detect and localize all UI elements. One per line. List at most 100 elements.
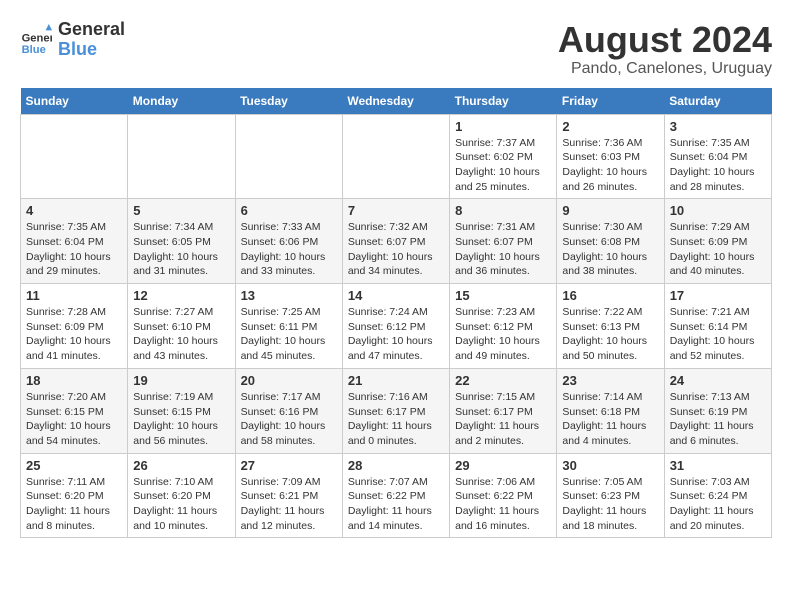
- day-info: Sunrise: 7:03 AM Sunset: 6:24 PM Dayligh…: [670, 475, 766, 534]
- calendar-cell: 10Sunrise: 7:29 AM Sunset: 6:09 PM Dayli…: [664, 199, 771, 284]
- day-info: Sunrise: 7:17 AM Sunset: 6:16 PM Dayligh…: [241, 390, 337, 449]
- calendar-cell: 18 Sunrise: 7:20 AM Sunset: 6:15 PM Dayli…: [21, 368, 128, 453]
- weekday-header-saturday: Saturday: [664, 88, 771, 115]
- calendar-cell: 15 Sunrise: 7:23 AM Sunset: 6:12 PM Dayli…: [450, 284, 557, 369]
- calendar-cell: 27 Sunrise: 7:09 AM Sunset: 6:21 PM Dayli…: [235, 453, 342, 538]
- day-number: 16: [562, 288, 658, 303]
- day-number: 30: [562, 458, 658, 473]
- calendar-cell: 16 Sunrise: 7:22 AM Sunset: 6:13 PM Dayli…: [557, 284, 664, 369]
- calendar-cell: 1Sunrise: 7:37 AM Sunset: 6:02 PM Daylig…: [450, 114, 557, 199]
- weekday-header-row: SundayMondayTuesdayWednesdayThursdayFrid…: [21, 88, 772, 115]
- svg-text:Blue: Blue: [22, 44, 46, 56]
- day-info: Sunrise: 7:16 AM Sunset: 6:17 PM Dayligh…: [348, 390, 444, 449]
- calendar-cell: 14 Sunrise: 7:24 AM Sunset: 6:12 PM Dayli…: [342, 284, 449, 369]
- day-number: 12: [133, 288, 229, 303]
- day-info: Sunrise: 7:09 AM Sunset: 6:21 PM Dayligh…: [241, 475, 337, 534]
- calendar-week-row: 18 Sunrise: 7:20 AM Sunset: 6:15 PM Dayli…: [21, 368, 772, 453]
- calendar-cell: 20 Sunrise: 7:17 AM Sunset: 6:16 PM Dayli…: [235, 368, 342, 453]
- day-number: 5: [133, 203, 229, 218]
- day-number: 6: [241, 203, 337, 218]
- day-number: 24: [670, 373, 766, 388]
- calendar-cell: 24Sunrise: 7:13 AM Sunset: 6:19 PM Dayli…: [664, 368, 771, 453]
- day-info: Sunrise: 7:21 AM Sunset: 6:14 PM Dayligh…: [670, 305, 766, 364]
- day-info: Sunrise: 7:35 AM Sunset: 6:04 PM Dayligh…: [26, 220, 122, 279]
- day-info: Sunrise: 7:07 AM Sunset: 6:22 PM Dayligh…: [348, 475, 444, 534]
- day-info: Sunrise: 7:23 AM Sunset: 6:12 PM Dayligh…: [455, 305, 551, 364]
- calendar-week-row: 4 Sunrise: 7:35 AM Sunset: 6:04 PM Daylig…: [21, 199, 772, 284]
- calendar-header: SundayMondayTuesdayWednesdayThursdayFrid…: [21, 88, 772, 115]
- calendar-cell: [21, 114, 128, 199]
- day-number: 4: [26, 203, 122, 218]
- calendar-cell: 31 Sunrise: 7:03 AM Sunset: 6:24 PM Dayli…: [664, 453, 771, 538]
- calendar-cell: 17Sunrise: 7:21 AM Sunset: 6:14 PM Dayli…: [664, 284, 771, 369]
- day-number: 13: [241, 288, 337, 303]
- day-info: Sunrise: 7:36 AM Sunset: 6:03 PM Dayligh…: [562, 136, 658, 195]
- day-number: 29: [455, 458, 551, 473]
- weekday-header-friday: Friday: [557, 88, 664, 115]
- day-info: Sunrise: 7:14 AM Sunset: 6:18 PM Dayligh…: [562, 390, 658, 449]
- weekday-header-monday: Monday: [128, 88, 235, 115]
- page-header: General Blue General Blue August 2024 Pa…: [20, 20, 772, 78]
- weekday-header-tuesday: Tuesday: [235, 88, 342, 115]
- day-info: Sunrise: 7:30 AM Sunset: 6:08 PM Dayligh…: [562, 220, 658, 279]
- day-number: 25: [26, 458, 122, 473]
- calendar-cell: 28 Sunrise: 7:07 AM Sunset: 6:22 PM Dayli…: [342, 453, 449, 538]
- day-info: Sunrise: 7:24 AM Sunset: 6:12 PM Dayligh…: [348, 305, 444, 364]
- calendar-cell: 30 Sunrise: 7:05 AM Sunset: 6:23 PM Dayli…: [557, 453, 664, 538]
- day-info: Sunrise: 7:33 AM Sunset: 6:06 PM Dayligh…: [241, 220, 337, 279]
- day-info: Sunrise: 7:27 AM Sunset: 6:10 PM Dayligh…: [133, 305, 229, 364]
- logo-icon: General Blue: [20, 24, 52, 56]
- day-number: 21: [348, 373, 444, 388]
- calendar-cell: 4 Sunrise: 7:35 AM Sunset: 6:04 PM Daylig…: [21, 199, 128, 284]
- day-number: 26: [133, 458, 229, 473]
- day-number: 15: [455, 288, 551, 303]
- day-number: 14: [348, 288, 444, 303]
- day-number: 18: [26, 373, 122, 388]
- day-number: 19: [133, 373, 229, 388]
- logo-text: General Blue: [58, 20, 125, 60]
- weekday-header-wednesday: Wednesday: [342, 88, 449, 115]
- calendar-cell: 25Sunrise: 7:11 AM Sunset: 6:20 PM Dayli…: [21, 453, 128, 538]
- day-number: 28: [348, 458, 444, 473]
- calendar-body: 1Sunrise: 7:37 AM Sunset: 6:02 PM Daylig…: [21, 114, 772, 538]
- calendar-cell: 8Sunrise: 7:31 AM Sunset: 6:07 PM Daylig…: [450, 199, 557, 284]
- calendar-week-row: 25Sunrise: 7:11 AM Sunset: 6:20 PM Dayli…: [21, 453, 772, 538]
- calendar-cell: 3Sunrise: 7:35 AM Sunset: 6:04 PM Daylig…: [664, 114, 771, 199]
- day-info: Sunrise: 7:20 AM Sunset: 6:15 PM Dayligh…: [26, 390, 122, 449]
- calendar-cell: 13 Sunrise: 7:25 AM Sunset: 6:11 PM Dayli…: [235, 284, 342, 369]
- day-number: 2: [562, 119, 658, 134]
- day-number: 9: [562, 203, 658, 218]
- day-number: 27: [241, 458, 337, 473]
- calendar-table: SundayMondayTuesdayWednesdayThursdayFrid…: [20, 88, 772, 539]
- day-number: 31: [670, 458, 766, 473]
- day-number: 8: [455, 203, 551, 218]
- day-info: Sunrise: 7:28 AM Sunset: 6:09 PM Dayligh…: [26, 305, 122, 364]
- day-info: Sunrise: 7:25 AM Sunset: 6:11 PM Dayligh…: [241, 305, 337, 364]
- calendar-cell: 9 Sunrise: 7:30 AM Sunset: 6:08 PM Daylig…: [557, 199, 664, 284]
- calendar-cell: 5 Sunrise: 7:34 AM Sunset: 6:05 PM Daylig…: [128, 199, 235, 284]
- calendar-cell: 11Sunrise: 7:28 AM Sunset: 6:09 PM Dayli…: [21, 284, 128, 369]
- calendar-cell: 2 Sunrise: 7:36 AM Sunset: 6:03 PM Daylig…: [557, 114, 664, 199]
- day-info: Sunrise: 7:05 AM Sunset: 6:23 PM Dayligh…: [562, 475, 658, 534]
- calendar-cell: 22Sunrise: 7:15 AM Sunset: 6:17 PM Dayli…: [450, 368, 557, 453]
- day-number: 1: [455, 119, 551, 134]
- day-number: 20: [241, 373, 337, 388]
- calendar-week-row: 11Sunrise: 7:28 AM Sunset: 6:09 PM Dayli…: [21, 284, 772, 369]
- day-info: Sunrise: 7:10 AM Sunset: 6:20 PM Dayligh…: [133, 475, 229, 534]
- calendar-cell: 7Sunrise: 7:32 AM Sunset: 6:07 PM Daylig…: [342, 199, 449, 284]
- title-block: August 2024 Pando, Canelones, Uruguay: [558, 20, 772, 78]
- day-info: Sunrise: 7:06 AM Sunset: 6:22 PM Dayligh…: [455, 475, 551, 534]
- month-year-title: August 2024: [558, 20, 772, 60]
- calendar-week-row: 1Sunrise: 7:37 AM Sunset: 6:02 PM Daylig…: [21, 114, 772, 199]
- logo: General Blue General Blue: [20, 20, 125, 60]
- calendar-cell: 23 Sunrise: 7:14 AM Sunset: 6:18 PM Dayli…: [557, 368, 664, 453]
- day-number: 23: [562, 373, 658, 388]
- calendar-cell: 12 Sunrise: 7:27 AM Sunset: 6:10 PM Dayli…: [128, 284, 235, 369]
- day-info: Sunrise: 7:34 AM Sunset: 6:05 PM Dayligh…: [133, 220, 229, 279]
- calendar-cell: 6 Sunrise: 7:33 AM Sunset: 6:06 PM Daylig…: [235, 199, 342, 284]
- location-subtitle: Pando, Canelones, Uruguay: [558, 60, 772, 78]
- day-info: Sunrise: 7:22 AM Sunset: 6:13 PM Dayligh…: [562, 305, 658, 364]
- calendar-cell: [235, 114, 342, 199]
- day-number: 7: [348, 203, 444, 218]
- svg-text:General: General: [22, 32, 52, 44]
